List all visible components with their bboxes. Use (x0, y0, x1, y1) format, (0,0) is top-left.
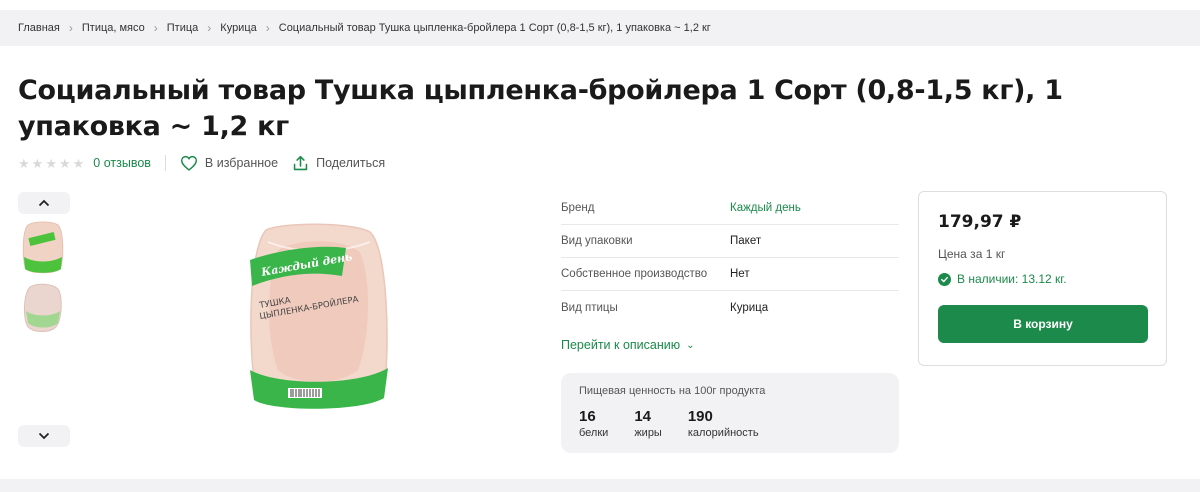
attribute-row-brand: Бренд Каждый день (561, 192, 899, 225)
attribute-key: Вид упаковки (561, 235, 633, 247)
attribute-row-package: Вид упаковки Пакет (561, 225, 899, 258)
page-title: Социальный товар Тушка цыпленка-бройлера… (18, 75, 1063, 142)
breadcrumb-separator: › (207, 21, 212, 35)
stock-status: В наличии: 13.12 кг. (938, 272, 1147, 286)
nutrition-calories: 190 калорийность (687, 408, 759, 440)
add-to-cart-button[interactable]: В корзину (938, 305, 1148, 343)
attribute-row-bird-type: Вид птицы Курица (561, 291, 899, 324)
attribute-value: Нет (730, 268, 750, 280)
star-icon: ★ (72, 155, 85, 171)
star-icon: ★ (58, 155, 71, 171)
reviews-link[interactable]: 0 отзывов (93, 156, 151, 170)
nutrition-value: 16 (579, 408, 596, 425)
nutrition-values: 16 белки 14 жиры 190 калорийность (579, 408, 881, 440)
chicken-package-thumbnail (22, 221, 64, 274)
thumbnail-image-1[interactable] (20, 221, 66, 275)
nutrition-panel: Пищевая ценность на 100г продукта 16 бел… (561, 373, 899, 453)
breadcrumb-poultry-meat[interactable]: Птица, мясо (82, 22, 145, 34)
rating-stars: ★ ★ ★ ★ ★ (18, 157, 84, 170)
description-link-label: Перейти к описанию (561, 338, 681, 352)
nutrition-value: 14 (634, 408, 651, 425)
thumbnails-up-button[interactable] (18, 192, 70, 214)
favorite-label: В избранное (204, 156, 279, 170)
attribute-key: Вид птицы (561, 301, 618, 314)
nutrition-fat: 14 жиры (634, 408, 662, 440)
price-card: 179,97 ₽ Цена за 1 кг В наличии: 13.12 к… (918, 191, 1167, 366)
check-circle-icon (938, 272, 951, 286)
chicken-package-thumbnail (24, 283, 62, 332)
heart-icon (180, 155, 197, 171)
nutrition-label: жиры (634, 427, 662, 439)
nutrition-title: Пищевая ценность на 100г продукта (579, 385, 766, 397)
attribute-value: Курица (730, 301, 769, 314)
thumbnails-down-button[interactable] (18, 425, 70, 447)
share-icon (293, 155, 308, 170)
favorite-button[interactable]: В избранное (180, 155, 278, 171)
breadcrumb-home[interactable]: Главная (18, 22, 60, 34)
nutrition-protein: 16 белки (579, 408, 609, 440)
breadcrumb-separator: › (153, 21, 158, 35)
brand-link[interactable]: Каждый день (730, 202, 801, 214)
nutrition-label: калорийность (687, 427, 759, 439)
nutrition-label: белки (579, 427, 609, 439)
product-image: Каждый день ТУШКА ЦЫПЛЕНКА-БРОЙЛЕРА (250, 223, 388, 409)
breadcrumb-separator: › (68, 21, 73, 35)
breadcrumb: Главная › Птица, мясо › Птица › Курица ›… (0, 10, 1200, 46)
footer-strip (0, 479, 1200, 492)
stock-text: В наличии: 13.12 кг. (957, 272, 1067, 286)
thumbnail-image-2[interactable] (20, 281, 66, 335)
attribute-key: Собственное производство (561, 268, 708, 280)
breadcrumb-current: Социальный товар Тушка цыпленка-бройлера… (278, 22, 711, 34)
breadcrumb-chicken[interactable]: Курица (220, 22, 256, 34)
nutrition-value: 190 (687, 408, 713, 425)
star-icon: ★ (31, 155, 44, 171)
go-to-description-link[interactable]: Перейти к описанию ⌄ (561, 338, 695, 352)
share-button[interactable]: Поделиться (292, 155, 385, 172)
product-attributes: Бренд Каждый день Вид упаковки Пакет Соб… (561, 192, 899, 324)
share-label: Поделиться (316, 156, 386, 170)
attribute-row-own-production: Собственное производство Нет (561, 258, 899, 291)
star-icon: ★ (45, 155, 57, 171)
breadcrumb-separator: › (265, 21, 270, 35)
chevron-up-icon (38, 199, 50, 207)
breadcrumb-poultry[interactable]: Птица (167, 22, 199, 34)
attribute-value: Пакет (730, 235, 762, 247)
price: 179,97 ₽ (938, 212, 1022, 232)
chevron-down-icon (38, 432, 50, 440)
star-icon: ★ (18, 155, 30, 171)
price-unit: Цена за 1 кг (938, 247, 1006, 261)
attribute-key: Бренд (561, 202, 595, 214)
product-meta-row: ★ ★ ★ ★ ★ 0 отзывов В избранное Поделить… (18, 153, 399, 173)
divider (164, 155, 166, 171)
chevron-down-icon: ⌄ (686, 339, 695, 351)
